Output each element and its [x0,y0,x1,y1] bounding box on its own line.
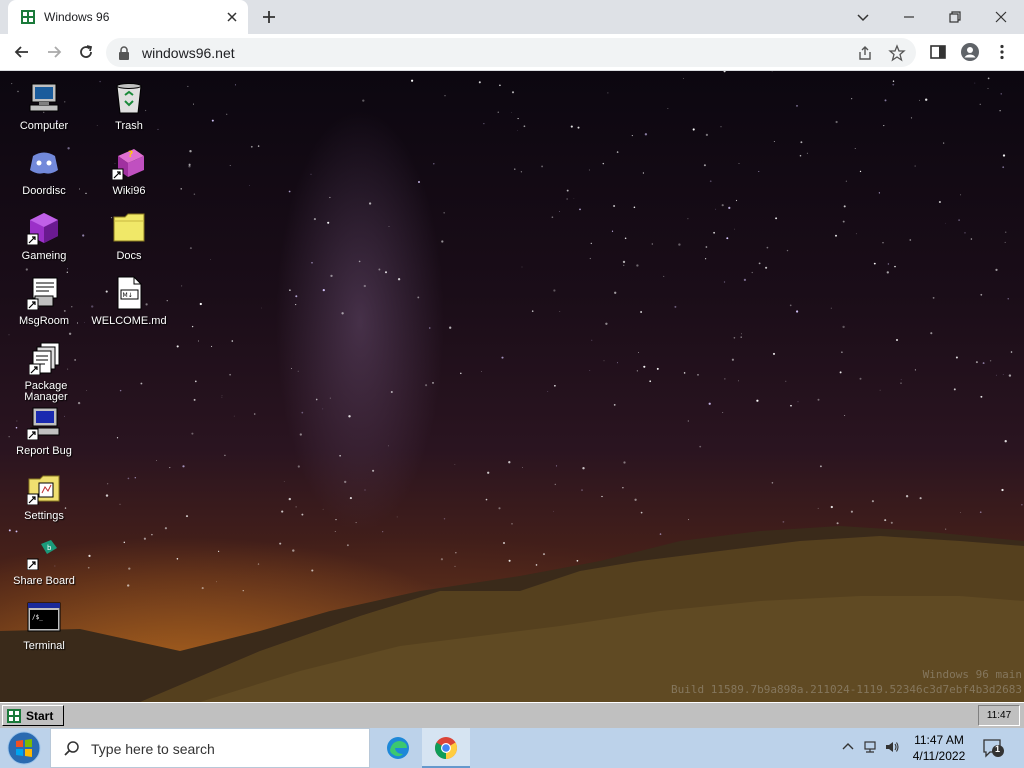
network-icon[interactable] [862,739,878,755]
terminal-shortcut[interactable]: /$_ Terminal [4,601,84,652]
side-panel-icon[interactable] [928,42,948,62]
icon-label: Share Board [13,575,75,587]
icon-label: Computer [19,120,69,132]
show-hidden-icons-chevron-icon[interactable] [840,739,856,755]
browser-tab-strip: Windows 96 [0,0,1024,34]
msgroom-icon [27,277,58,310]
win96-desktop[interactable]: Computer Doordisc Gameing MsgRoom Packag… [0,71,1024,702]
icon-label: Gameing [21,250,67,262]
markdown-file-icon: M↓ [117,276,142,310]
win96-clock: 11:47 [978,705,1020,726]
notification-count: 1 [995,744,1001,754]
svg-text:M↓: M↓ [123,292,133,299]
forward-arrow-icon[interactable] [44,42,64,62]
address-bar[interactable]: windows96.net [106,38,916,67]
close-tab-icon[interactable] [224,9,240,25]
computer-icon [29,83,59,112]
chrome-browser-icon [435,737,457,759]
folder-icon [113,213,145,242]
notification-center-button[interactable]: 1 [982,738,1004,758]
back-arrow-icon[interactable] [12,42,32,62]
lock-icon[interactable] [118,46,130,60]
system-date: 4/11/2022 [912,749,966,763]
docs-folder[interactable]: Docs [89,211,169,262]
game-cube-icon [27,213,58,245]
browser-tab[interactable]: Windows 96 [8,0,248,34]
msgroom-shortcut[interactable]: MsgRoom [4,276,84,327]
icon-label: Settings [24,510,64,522]
icon-label: Report Bug [16,445,72,457]
discord-icon [30,152,58,174]
package-manager-shortcut[interactable]: Package Manager [6,341,86,403]
reload-icon[interactable] [76,42,96,62]
tab-title: Windows 96 [44,10,110,24]
search-placeholder: Type here to search [91,741,215,757]
computer-shortcut[interactable]: Computer [4,81,84,132]
settings-folder-icon [27,475,60,505]
svg-text:?: ? [128,150,133,160]
recycle-bin-icon [116,83,142,114]
svg-text:b: b [47,544,52,552]
icon-label: Wiki96 [112,185,146,197]
bug-report-icon [27,407,60,440]
icon-label: Terminal [23,640,65,652]
settings-shortcut[interactable]: Settings [4,471,84,522]
tab-search-chevron-icon[interactable] [852,6,874,28]
report-bug-shortcut[interactable]: Report Bug [4,406,84,457]
edge-taskbar-button[interactable] [374,728,422,768]
bookmark-star-icon[interactable] [888,44,906,62]
restore-icon[interactable] [944,6,966,28]
profile-avatar-icon[interactable] [960,42,980,62]
welcome-md-file[interactable]: M↓ WELCOME.md [89,276,169,327]
icon-label: Trash [115,120,143,132]
share-icon[interactable] [856,44,874,62]
trash-shortcut[interactable]: Trash [89,81,169,132]
notification-icon [983,739,1004,758]
volume-icon[interactable] [884,739,900,755]
url-text[interactable]: windows96.net [142,45,235,61]
build-number-text: Build 11589.7b9a898a.211024-1119.52346c3… [671,683,1022,696]
windows96-favicon-icon [21,10,35,24]
package-manager-icon [29,342,60,375]
os-taskbar: Type here to search 11:47 AM 4/11/2022 1 [0,728,1024,768]
icon-label: Doordisc [22,185,66,197]
chrome-taskbar-button[interactable] [422,728,470,768]
svg-text:/$_: /$_ [32,614,43,621]
icon-label: Package Manager [24,380,68,403]
edge-browser-icon [387,737,409,759]
new-tab-icon[interactable] [260,8,278,26]
win96-logo-icon [7,709,21,723]
icon-label: Docs [116,250,142,262]
icon-label: MsgRoom [18,315,70,327]
search-icon [64,741,79,756]
share-board-shortcut[interactable]: b Share Board [4,536,84,587]
minimize-icon[interactable] [898,6,920,28]
wiki96-shortcut[interactable]: ? Wiki96 [89,146,169,197]
start-label: Start [26,709,54,723]
share-board-icon: b [27,540,57,570]
browser-toolbar: windows96.net [0,34,1024,71]
terminal-icon: /$_ [27,602,61,632]
gameing-shortcut[interactable]: Gameing [4,211,84,262]
win96-start-button[interactable]: Start [2,705,64,726]
build-edition-text: Windows 96 main [922,668,1022,681]
close-window-icon[interactable] [990,6,1012,28]
wiki-book-icon: ? [112,149,144,180]
win96-taskbar: Start 11:47 [0,702,1024,728]
system-time: 11:47 AM [914,733,964,747]
icon-label: WELCOME.md [91,315,167,327]
taskbar-search-box[interactable]: Type here to search [50,728,370,768]
more-menu-icon[interactable] [992,42,1012,62]
doordisc-shortcut[interactable]: Doordisc [4,146,84,197]
system-clock[interactable]: 11:47 AM 4/11/2022 [904,732,974,764]
windows-start-orb-icon[interactable] [6,730,42,766]
